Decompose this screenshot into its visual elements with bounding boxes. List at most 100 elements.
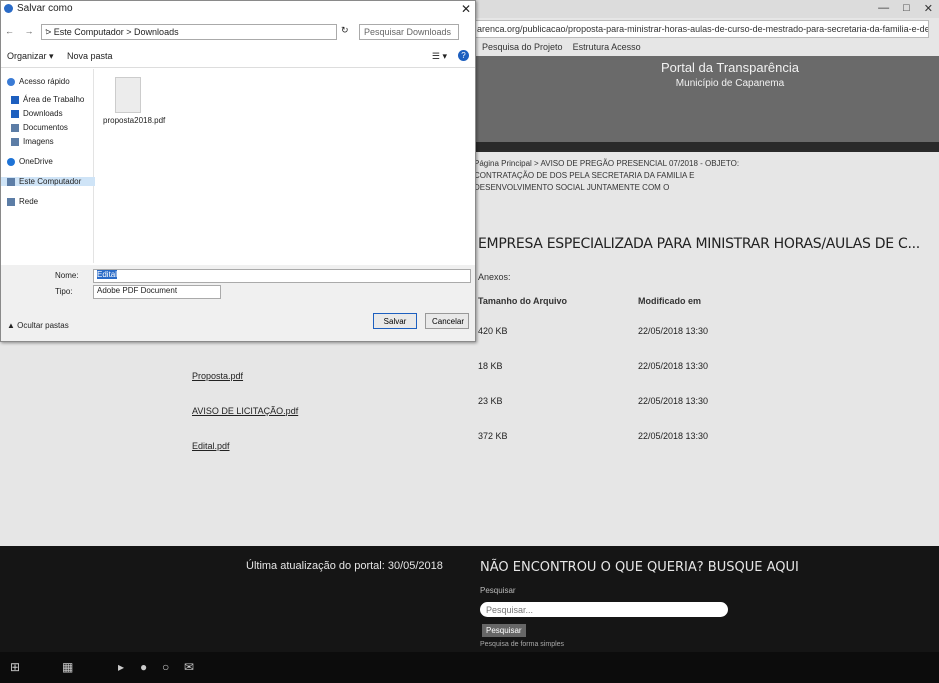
column-size: Tamanho do Arquivo: [478, 296, 567, 306]
app-taskbar-icon[interactable]: ○: [162, 660, 169, 674]
file-date: 22/05/2018 13:30: [638, 361, 709, 371]
task-view-icon[interactable]: ▦: [62, 660, 73, 674]
table-row: Proposta.pdf 18 KB 22/05/2018 13:30: [190, 357, 730, 392]
star-icon: [7, 77, 15, 86]
file-name-input[interactable]: Edital: [93, 269, 471, 283]
cancel-button[interactable]: Cancelar: [425, 313, 469, 329]
file-date: 22/05/2018 13:30: [638, 431, 709, 441]
nav-item-label: Este Computador: [19, 177, 82, 186]
page-title: EMPRESA ESPECIALIZADA PARA MINISTRAR HOR…: [478, 236, 920, 252]
nav-item-label: Imagens: [23, 137, 54, 146]
breadcrumb[interactable]: Página Principal > AVISO DE PREGÃO PRESE…: [474, 158, 774, 194]
maximize-button[interactable]: □: [903, 2, 910, 15]
dialog-titlebar: Salvar como ✕: [1, 1, 475, 17]
nav-item-label: Rede: [19, 197, 39, 206]
new-folder-button[interactable]: Nova pasta: [67, 51, 113, 61]
view-options-icon[interactable]: ☰ ▾: [432, 51, 447, 62]
nav-item-documents[interactable]: Documentos: [11, 123, 68, 132]
file-size: 23 KB: [478, 396, 503, 406]
close-icon[interactable]: ✕: [461, 1, 471, 17]
bookmark-item[interactable]: Estrutura Acesso: [573, 42, 641, 52]
file-size: 372 KB: [478, 431, 508, 441]
table-row: Edital.pdf 372 KB 22/05/2018 13:30: [190, 427, 730, 462]
pdf-file-icon: [115, 77, 141, 113]
minimize-button[interactable]: —: [878, 2, 889, 15]
nav-item-network[interactable]: Rede: [7, 197, 38, 206]
organize-button[interactable]: Organizar ▾: [7, 51, 54, 62]
document-icon: [11, 123, 19, 132]
search-input[interactable]: [480, 602, 728, 617]
hide-folders-button[interactable]: ▲ Ocultar pastas: [7, 321, 69, 330]
column-modified: Modificado em: [638, 296, 702, 306]
dialog-fields: Nome: Edital Tipo: Adobe PDF Document ▲ …: [1, 265, 475, 341]
dialog-title: Salvar como: [17, 3, 73, 14]
save-as-dialog: Salvar como ✕ ← → ↑ > Este Computador > …: [0, 0, 476, 342]
file-link[interactable]: Proposta.pdf: [192, 371, 243, 381]
nav-item-this-pc[interactable]: Este Computador: [1, 177, 99, 186]
folder-search-input[interactable]: Pesquisar Downloads: [359, 24, 459, 40]
file-item-label: proposta2018.pdf: [103, 116, 166, 125]
file-size: 420 KB: [478, 326, 508, 336]
file-item[interactable]: proposta2018.pdf: [103, 77, 165, 125]
file-link[interactable]: Edital.pdf: [192, 441, 230, 451]
table-row: AVISO DE LICITAÇÃO.pdf 23 KB 22/05/2018 …: [190, 392, 730, 427]
files-table: 420 KB 22/05/2018 13:30 Proposta.pdf 18 …: [190, 322, 730, 462]
nav-item-images[interactable]: Imagens: [11, 137, 54, 146]
address-bar[interactable]: arenca.org/publicacao/proposta-para-mini…: [470, 20, 929, 38]
chrome-taskbar-icon[interactable]: ●: [140, 660, 147, 674]
nav-item-label: Área de Trabalho: [23, 95, 85, 104]
file-size: 18 KB: [478, 361, 503, 371]
window-controls: — □ ✕: [878, 2, 933, 15]
nav-item-downloads[interactable]: Downloads: [11, 109, 63, 118]
file-type-select[interactable]: Adobe PDF Document: [93, 285, 221, 299]
media-icon[interactable]: ▸: [118, 660, 124, 674]
desktop-icon: [11, 95, 19, 104]
save-button[interactable]: Salvar: [373, 313, 417, 329]
search-button[interactable]: Pesquisar: [482, 624, 526, 637]
file-link[interactable]: AVISO DE LICITAÇÃO.pdf: [192, 406, 298, 416]
nav-item-onedrive[interactable]: OneDrive: [7, 157, 53, 166]
site-subtitle: Município de Capanema: [675, 78, 785, 89]
last-update-text: Última atualização do portal: 30/05/2018: [246, 560, 443, 572]
start-icon[interactable]: ⊞: [10, 660, 20, 674]
bookmarks-bar: Pesquisa do Projeto Estrutura Acesso: [470, 40, 939, 54]
attachments-label: Anexos:: [478, 272, 511, 282]
file-list-pane: proposta2018.pdf: [95, 69, 475, 263]
files-table-header: Tamanho do Arquivo Modificado em: [478, 296, 701, 306]
dialog-address-row: ← → ↑ > Este Computador > Downloads ↻ Pe…: [1, 23, 475, 41]
file-type-label: Tipo:: [55, 287, 73, 296]
navigation-pane: Acesso rápido Área de Trabalho Downloads…: [1, 69, 99, 263]
file-date: 22/05/2018 13:30: [638, 326, 709, 336]
search-hint: Pesquisa de forma simples: [480, 641, 565, 648]
browser-tab-strip: — □ ✕: [470, 0, 939, 18]
network-icon: [7, 197, 15, 206]
dialog-toolbar: Organizar ▾ Nova pasta ☰ ▾ ?: [1, 47, 475, 68]
image-icon: [11, 137, 19, 146]
download-icon: [11, 109, 19, 118]
nav-item-quick-access[interactable]: Acesso rápido: [7, 77, 70, 86]
file-name-label: Nome:: [55, 271, 79, 280]
folder-path[interactable]: > Este Computador > Downloads: [41, 24, 337, 40]
nav-item-label: Acesso rápido: [19, 77, 70, 86]
close-window-button[interactable]: ✕: [924, 2, 933, 15]
mail-icon[interactable]: ✉: [184, 660, 194, 674]
site-nav-bar: [470, 142, 939, 152]
bookmark-item[interactable]: Pesquisa do Projeto: [482, 42, 563, 52]
nav-item-desktop[interactable]: Área de Trabalho: [11, 95, 84, 104]
taskbar: ⊞ ▦ ▸ ● ○ ✉: [0, 652, 939, 683]
file-name-value: Edital: [97, 270, 118, 279]
cloud-icon: [7, 157, 15, 166]
site-title[interactable]: Portal da Transparência: [630, 60, 830, 75]
site-footer: Última atualização do portal: 30/05/2018…: [0, 546, 939, 652]
nav-item-label: Documentos: [23, 123, 68, 132]
file-date: 22/05/2018 13:30: [638, 396, 709, 406]
search-label: Pesquisar: [480, 586, 516, 595]
nav-item-label: Downloads: [23, 109, 63, 118]
refresh-icon[interactable]: ↻: [341, 25, 349, 36]
help-icon[interactable]: ?: [458, 50, 469, 61]
nav-item-label: OneDrive: [19, 157, 53, 166]
site-header: Portal da Transparência Município de Cap…: [470, 56, 939, 142]
chrome-icon: [4, 4, 13, 13]
computer-icon: [7, 177, 15, 186]
search-section-title: NÃO ENCONTROU O QUE QUERIA? BUSQUE AQUI: [480, 560, 799, 575]
